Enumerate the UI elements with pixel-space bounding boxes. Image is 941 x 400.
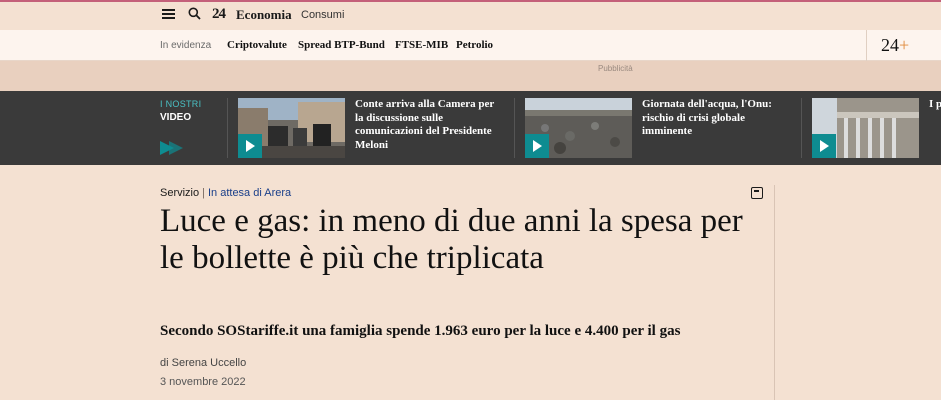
search-icon[interactable] (188, 7, 201, 20)
video-title[interactable]: Conte arriva alla Camera per la discussi… (355, 98, 495, 152)
play-button[interactable] (525, 134, 549, 158)
divider (774, 185, 775, 400)
video-thumbnail[interactable] (812, 98, 919, 158)
video-strip-kicker: I NOSTRI (160, 99, 202, 109)
menu-icon[interactable] (162, 9, 175, 19)
brand-24plus-number: 24 (881, 35, 899, 55)
divider (801, 98, 802, 158)
video-title[interactable]: I p (929, 98, 941, 112)
ad-slot: Pubblicità (0, 61, 941, 91)
article-byline[interactable]: di Serena Uccello (160, 357, 246, 369)
kicker-type: Servizio (160, 187, 200, 199)
section-title[interactable]: Economia (236, 7, 292, 23)
highlight-link[interactable]: FTSE-MIB (395, 39, 448, 51)
video-title[interactable]: Giornata dell'acqua, l'Onu: rischio di c… (642, 98, 782, 139)
brand-24plus-plus: + (899, 35, 910, 55)
play-button[interactable] (238, 134, 262, 158)
subsection-title[interactable]: Consumi (301, 9, 344, 21)
highlight-link[interactable]: Criptovalute (227, 39, 287, 51)
kicker-tag[interactable]: In attesa di Arera (208, 187, 291, 199)
video-thumbnail[interactable] (238, 98, 345, 158)
video-strip-title: VIDEO (160, 112, 192, 123)
article-date: 3 novembre 2022 (160, 376, 246, 388)
video-thumbnail[interactable] (525, 98, 632, 158)
highlights-bar: In evidenza Criptovalute Spread BTP-Bund… (0, 30, 941, 61)
kicker-separator: | (202, 187, 205, 199)
divider (514, 98, 515, 158)
video-strip: I NOSTRI VIDEO Conte arriva alla Camera … (0, 91, 941, 165)
ad-label: Pubblicità (598, 64, 633, 73)
brand-24plus[interactable]: 24+ (881, 35, 909, 56)
article-subheadline: Secondo SOStariffe.it una famiglia spend… (160, 323, 681, 339)
site-logo[interactable]: 24 (212, 6, 226, 23)
bookmark-icon[interactable] (751, 187, 763, 199)
highlight-link[interactable]: Petrolio (456, 39, 493, 51)
article-headline: Luce e gas: in meno di due anni la spesa… (160, 203, 743, 276)
article-kicker: Servizio | In attesa di Arera (160, 187, 291, 199)
highlights-label: In evidenza (160, 40, 212, 51)
highlight-link[interactable]: Spread BTP-Bund (298, 39, 385, 51)
divider (227, 98, 228, 158)
top-nav: 24 Economia Consumi (0, 0, 941, 28)
divider (866, 30, 867, 61)
play-button[interactable] (812, 134, 836, 158)
video-play-icon (160, 141, 183, 155)
